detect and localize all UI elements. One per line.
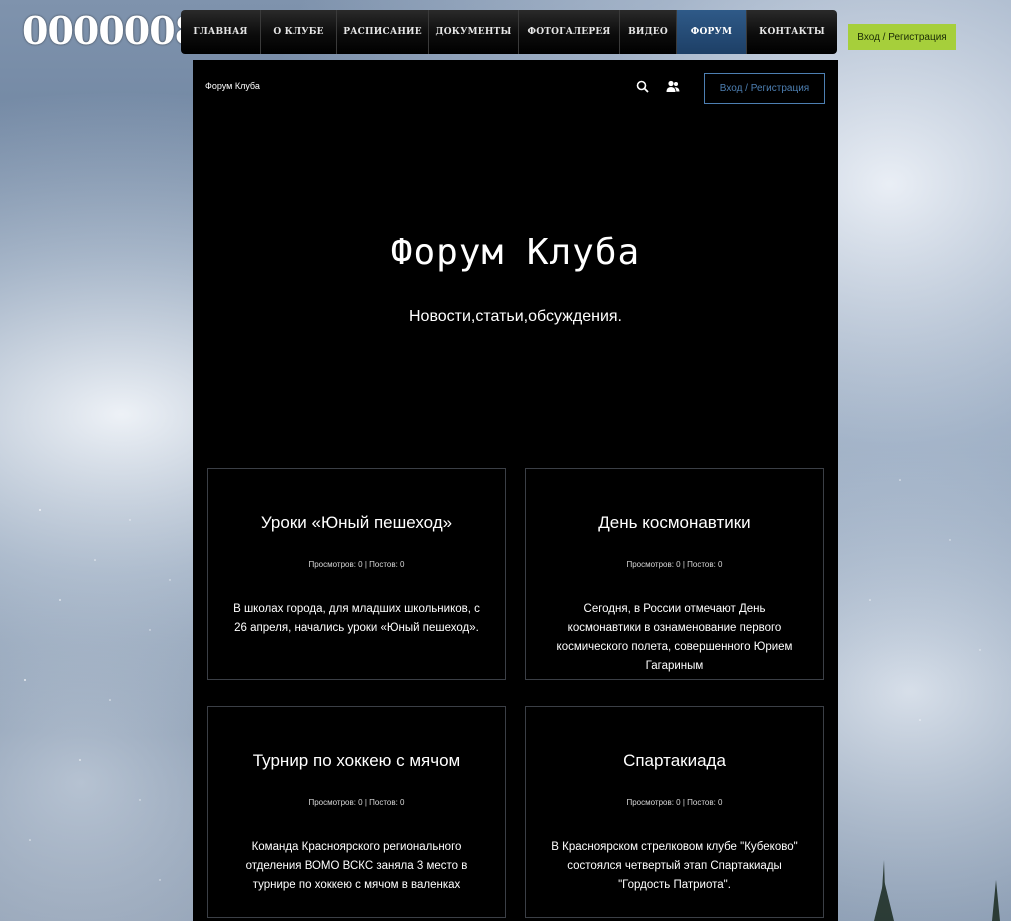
card-title[interactable]: Турнир по хоккею с мячом (208, 751, 505, 771)
search-icon[interactable] (634, 78, 652, 96)
card-title[interactable]: День космонавтики (526, 513, 823, 533)
card-stats: Просмотров: 0 | Постов: 0 (626, 560, 723, 569)
forum-name-link[interactable]: Форум Клуба (205, 81, 260, 91)
login-register-button[interactable]: Вход / Регистрация (848, 24, 956, 50)
forum-title: Форум Клуба (390, 232, 641, 273)
card-title[interactable]: Спартакиада (526, 751, 823, 771)
forum-header-bar: Форум Клуба Вход / Регистрация (193, 60, 838, 118)
card-text: Команда Красноярского регионального отде… (245, 841, 468, 891)
card-text: В школах города, для младших школьников,… (233, 603, 480, 634)
forum-card[interactable]: Турнир по хоккею с мячом Просмотров: 0 |… (207, 706, 506, 918)
forum-subtitle: Новости,статьи,обсуждения. (408, 308, 622, 325)
card-title[interactable]: Уроки «Юный пешеход» (208, 513, 505, 533)
nav-item-gallery[interactable]: ФОТОГАЛЕРЕЯ (519, 10, 620, 54)
nav-item-video[interactable]: ВИДЕО (620, 10, 677, 54)
forum-card[interactable]: Спартакиада Просмотров: 0 | Постов: 0 В … (525, 706, 824, 918)
card-text: Сегодня, в России отмечают День космонав… (556, 603, 793, 672)
forum-card[interactable]: День космонавтики Просмотров: 0 | Постов… (525, 468, 824, 680)
nav-item-forum[interactable]: ФОРУМ (677, 10, 747, 54)
site-logo[interactable]: 0000008 (22, 8, 201, 53)
forum-card[interactable]: Уроки «Юный пешеход» Просмотров: 0 | Пос… (207, 468, 506, 680)
card-text: В Красноярском стрелковом клубе "Кубеков… (551, 841, 798, 891)
nav-item-documents[interactable]: ДОКУМЕНТЫ (429, 10, 519, 54)
forum-panel: Форум Клуба Вход / Регистрация Форум Клу… (193, 60, 838, 921)
forum-login-button[interactable]: Вход / Регистрация (704, 73, 825, 104)
members-icon[interactable] (664, 78, 682, 96)
nav-item-home[interactable]: ГЛАВНАЯ (181, 10, 261, 54)
card-stats: Просмотров: 0 | Постов: 0 (626, 798, 723, 807)
nav-item-contacts[interactable]: КОНТАКТЫ (747, 10, 837, 54)
card-stats: Просмотров: 0 | Постов: 0 (308, 560, 405, 569)
main-navigation: ГЛАВНАЯ О КЛУБЕ РАСПИСАНИЕ ДОКУМЕНТЫ ФОТ… (181, 10, 837, 54)
card-stats: Просмотров: 0 | Постов: 0 (308, 798, 405, 807)
nav-item-about[interactable]: О КЛУБЕ (261, 10, 337, 54)
nav-item-schedule[interactable]: РАСПИСАНИЕ (337, 10, 429, 54)
